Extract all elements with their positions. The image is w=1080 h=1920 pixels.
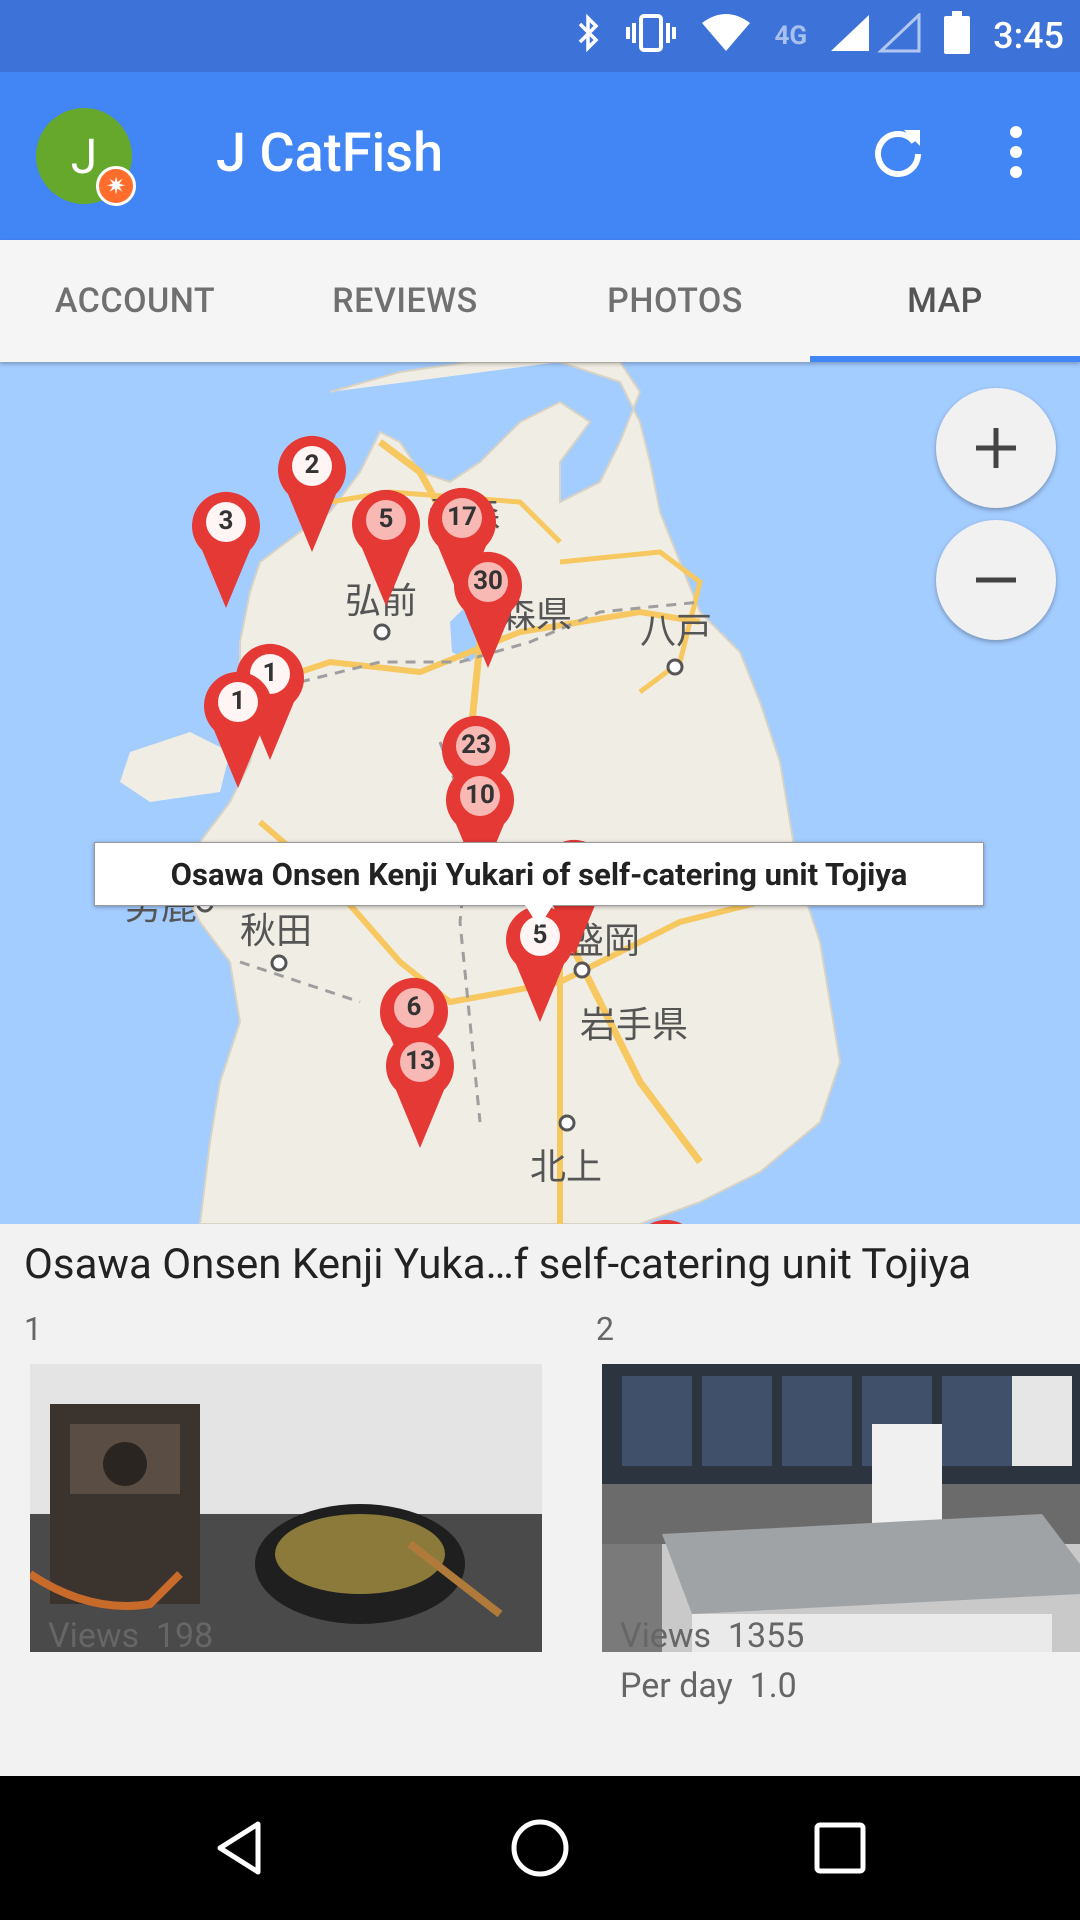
tab-bar: ACCOUNT REVIEWS PHOTOS MAP <box>0 240 1080 362</box>
refresh-button[interactable] <box>858 112 938 192</box>
marker-count: 3 <box>218 506 234 536</box>
map-marker[interactable]: 3 <box>190 488 262 610</box>
photo-thumbnail[interactable] <box>602 1364 1080 1652</box>
home-button[interactable] <box>500 1808 580 1888</box>
photo-card[interactable]: 1 Views 198 <box>24 1310 544 1770</box>
views-label: Views <box>48 1616 140 1656</box>
avatar-letter: J <box>70 127 98 185</box>
badge-icon: ✷ <box>96 166 136 206</box>
map-label-hachinohe: 八戸 <box>640 610 713 652</box>
home-icon <box>511 1819 569 1877</box>
views-value: 198 <box>155 1616 214 1656</box>
map-view[interactable]: 青森 弘前 森県 八戸 秋田 男鹿 盛岡 岩手県 北上 2 3 5 17 30 <box>0 362 1080 1224</box>
more-options-button[interactable] <box>976 112 1056 192</box>
recents-button[interactable] <box>800 1808 880 1888</box>
tab-reviews[interactable]: REVIEWS <box>270 240 540 362</box>
status-bar: 4G 3:45 <box>0 0 1080 72</box>
network-type: 4G <box>774 21 808 51</box>
map-label-kitakami: 北上 <box>530 1146 603 1188</box>
app-title: J CatFish <box>216 122 444 185</box>
zoom-in-button[interactable] <box>936 388 1056 508</box>
photo-index: 2 <box>596 1310 614 1348</box>
zoom-out-button[interactable] <box>936 520 1056 640</box>
vibrate-icon <box>624 13 678 59</box>
status-icons: 4G 3:45 <box>576 0 1064 72</box>
per-day-value: 1.0 <box>749 1666 797 1706</box>
app-bar: J ✷ J CatFish <box>0 72 1080 240</box>
map-marker[interactable]: 1 <box>202 668 274 790</box>
wifi-icon <box>700 13 752 59</box>
photo-card[interactable]: 2 Views 1355 Per day 1.0 <box>596 1310 1080 1770</box>
marker-count: 10 <box>465 780 495 810</box>
bluetooth-icon <box>576 13 602 59</box>
marker-count: 23 <box>461 730 491 760</box>
marker-count: 5 <box>378 504 394 534</box>
plus-icon <box>976 428 1016 468</box>
photo-image <box>602 1364 1080 1652</box>
tab-account[interactable]: ACCOUNT <box>0 240 270 362</box>
map-marker[interactable]: 30 <box>452 548 524 670</box>
marker-count: 30 <box>473 566 503 596</box>
more-vert-icon <box>1010 126 1022 178</box>
battery-icon <box>943 11 971 61</box>
avatar[interactable]: J ✷ <box>36 108 136 206</box>
navigation-bar <box>0 1776 1080 1920</box>
place-title: Osawa Onsen Kenji Yuka…f self-catering u… <box>24 1240 972 1289</box>
views-count: Views 1355 <box>620 1616 804 1656</box>
clock: 3:45 <box>993 15 1064 57</box>
signal-icon <box>829 11 921 59</box>
map-info-window[interactable]: Osawa Onsen Kenji Yukari of self-caterin… <box>94 842 984 927</box>
map-base <box>120 362 842 1224</box>
marker-count: 1 <box>230 686 246 716</box>
photo-index: 1 <box>24 1310 42 1348</box>
views-value: 1355 <box>727 1616 805 1656</box>
map-marker[interactable]: 2 <box>276 432 348 554</box>
views-label: Views <box>620 1616 712 1656</box>
map-marker[interactable] <box>630 1216 702 1224</box>
marker-count: 13 <box>405 1046 435 1076</box>
screen: 4G 3:45 J ✷ J CatFish ACCOUNT REVIEWS PH… <box>0 0 1080 1920</box>
views-count: Views 198 <box>48 1616 213 1656</box>
tab-map[interactable]: MAP <box>810 240 1080 362</box>
map-marker[interactable]: 13 <box>384 1028 456 1150</box>
map-label-akita: 秋田 <box>240 910 313 952</box>
map-marker[interactable]: 5 <box>350 486 422 608</box>
per-day-count: Per day 1.0 <box>620 1666 797 1706</box>
map-label-iwate-ken: 岩手県 <box>580 1004 689 1046</box>
back-button[interactable] <box>200 1808 280 1888</box>
photo-image <box>30 1364 542 1652</box>
refresh-icon <box>875 130 921 177</box>
recents-icon <box>814 1822 866 1874</box>
minus-icon <box>976 577 1016 583</box>
marker-count: 2 <box>304 450 320 480</box>
marker-count: 17 <box>447 502 477 532</box>
back-icon <box>217 1821 261 1875</box>
marker-count: 6 <box>406 992 422 1022</box>
per-day-label: Per day <box>620 1666 733 1706</box>
tab-photos[interactable]: PHOTOS <box>540 240 810 362</box>
photo-thumbnail[interactable] <box>30 1364 542 1652</box>
